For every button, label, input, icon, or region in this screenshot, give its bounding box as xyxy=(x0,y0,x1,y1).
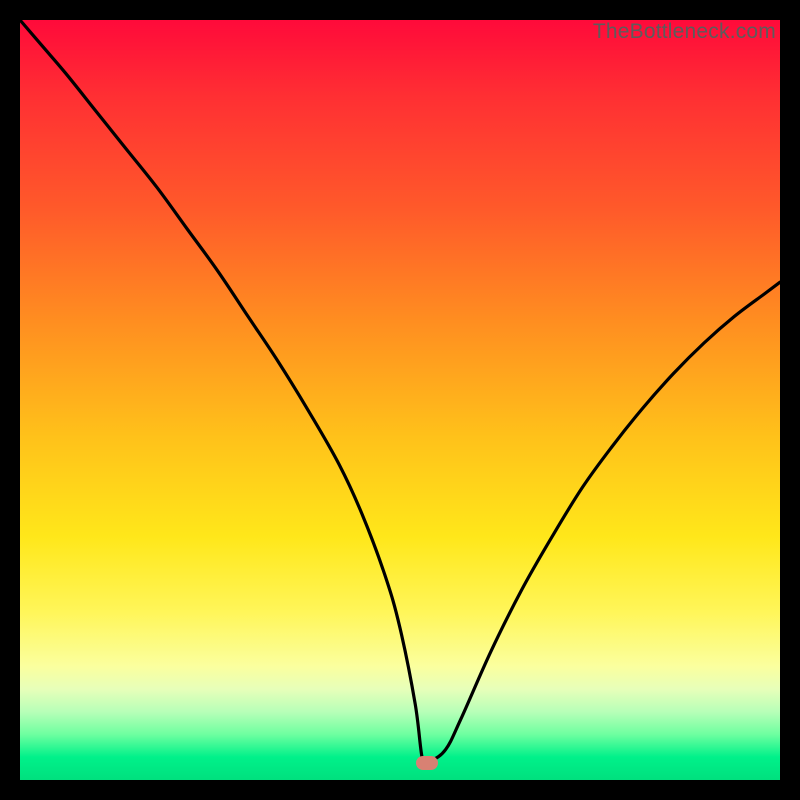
bottleneck-curve xyxy=(20,20,780,766)
optimum-marker xyxy=(416,756,438,770)
plot-area: TheBottleneck.com xyxy=(20,20,780,780)
curve-svg xyxy=(20,20,780,780)
chart-frame: TheBottleneck.com xyxy=(0,0,800,800)
